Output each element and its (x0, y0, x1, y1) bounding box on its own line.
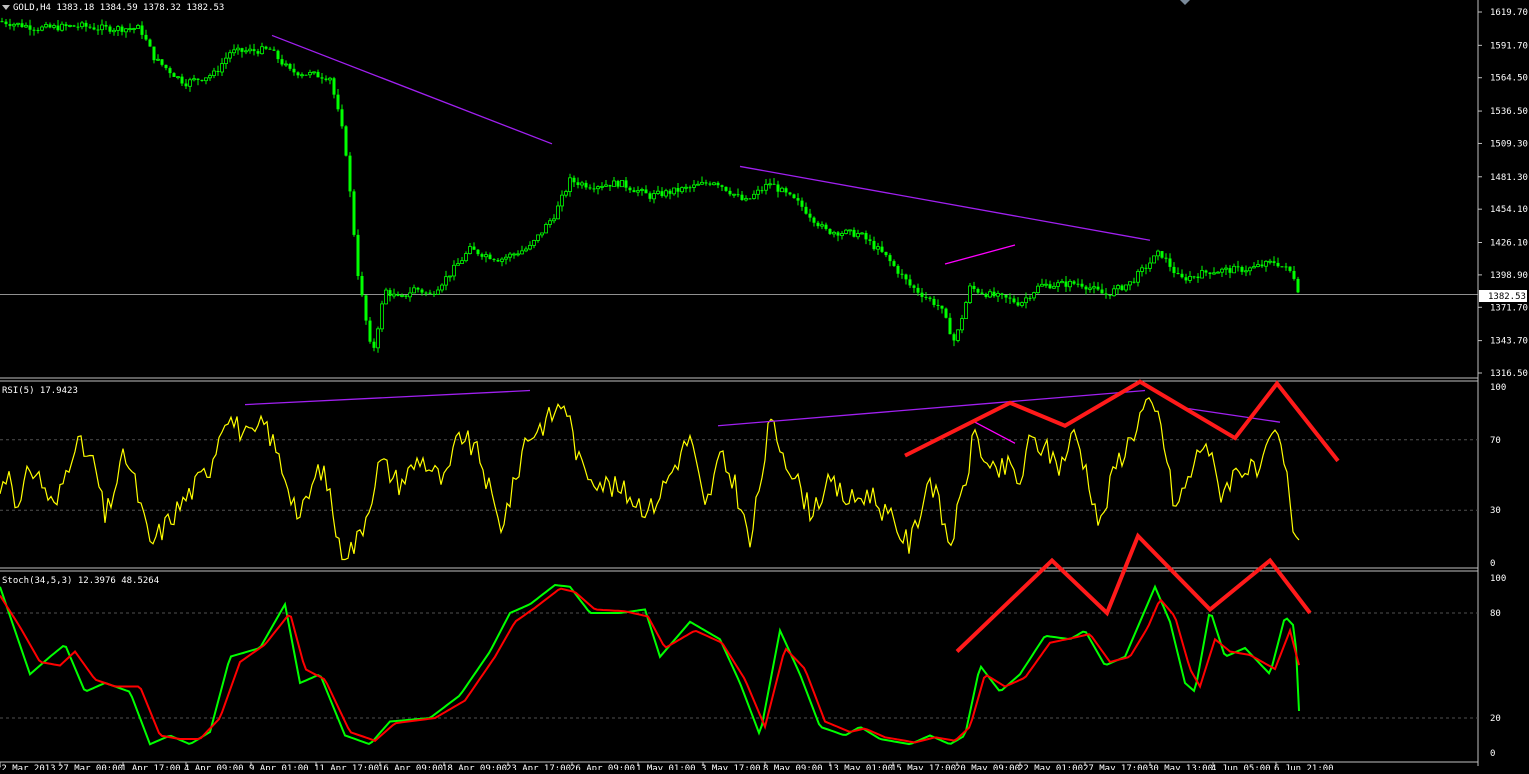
price-axis-label: 1398.90 (1490, 271, 1528, 281)
candle (968, 283, 972, 304)
time-axis-label: 26 Apr 09:00 (570, 764, 635, 770)
stoch-header: Stoch(34,5,3) 12.3976 48.5264 (2, 576, 159, 586)
price-axis-label: 1481.30 (1490, 173, 1528, 183)
candle (1160, 251, 1164, 259)
price-tag: 1382.53 (1488, 292, 1526, 302)
candle (348, 152, 352, 198)
time-axis-label: 22 May 01:00 (1018, 764, 1083, 770)
time-axis-label: 18 Apr 09:00 (442, 764, 507, 770)
time-axis-label: 23 Apr 17:00 (506, 764, 571, 770)
price-axis-label: 1591.70 (1490, 41, 1528, 51)
candle (356, 229, 360, 280)
mt4-chart-window[interactable]: 1619.70 1591.70 1564.50 1536.50 1509.30 1481.… (0, 0, 1529, 774)
time-axis-label: 15 May 17:00 (891, 764, 956, 770)
main-header: GOLD,H4 1383.18 1384.59 1378.32 1382.53 (13, 3, 224, 13)
stoch-axis-label: 20 (1490, 714, 1501, 724)
stoch-axis-label: 0 (1490, 749, 1495, 759)
price-axis-label: 1426.10 (1490, 239, 1528, 249)
price-axis-label: 1536.50 (1490, 107, 1528, 117)
time-axis-label: 20 May 09:00 (955, 764, 1020, 770)
chart-canvas[interactable]: 1619.70 1591.70 1564.50 1536.50 1509.30 1481.… (0, 0, 1529, 774)
time-axis-label: 30 May 13:00 (1148, 764, 1213, 770)
stoch-axis-label: 80 (1490, 609, 1501, 619)
time-axis-label: 6 Jun 21:00 (1274, 764, 1334, 770)
price-axis-label: 1343.70 (1490, 337, 1528, 347)
candle (956, 329, 960, 343)
time-axis-label: 4 Apr 09:00 (184, 764, 244, 770)
time-axis-label: 11 Apr 17:00 (314, 764, 379, 770)
candle (964, 300, 968, 319)
rsi-axis-label: 0 (1490, 559, 1495, 569)
time-axis-label: 16 Apr 09:00 (378, 764, 443, 770)
price-axis-label: 1509.30 (1490, 139, 1528, 149)
price-axis-label: 1454.10 (1490, 205, 1528, 215)
candle (344, 125, 348, 157)
rsi-axis-label: 100 (1490, 383, 1506, 393)
rsi-header: RSI(5) 17.9423 (2, 386, 78, 396)
candle (544, 222, 548, 234)
time-axis-label: 9 Apr 01:00 (249, 764, 309, 770)
candle (380, 300, 384, 332)
price-axis-label: 1619.70 (1490, 8, 1528, 18)
time-axis-label: 13 May 01:00 (828, 764, 893, 770)
candle (304, 74, 308, 76)
candle (944, 307, 948, 319)
time-axis-label: 22 Mar 2013 (0, 764, 56, 770)
price-axis-label: 1564.50 (1490, 74, 1528, 84)
time-axis-label: 1 Apr 17:00 (121, 764, 181, 770)
candle (384, 287, 388, 305)
candle (148, 38, 152, 47)
time-axis-label: 1 May 01:00 (636, 764, 696, 770)
rsi-axis-label: 70 (1490, 436, 1501, 446)
candle (620, 180, 624, 188)
candle (1296, 276, 1300, 294)
time-axis-label: 27 Mar 00:00 (58, 764, 123, 770)
candle (352, 189, 356, 237)
price-axis-label: 1371.70 (1490, 303, 1528, 313)
stoch-axis-label: 100 (1490, 574, 1506, 584)
candle (1280, 266, 1284, 268)
time-axis-label: 4 Jun 05:00 (1211, 764, 1271, 770)
candle (368, 316, 372, 344)
rsi-axis-label: 30 (1490, 506, 1501, 516)
time-axis-label: 3 May 17:00 (701, 764, 761, 770)
time-axis-label: 27 May 17:00 (1083, 764, 1148, 770)
time-axis-label: 8 May 09:00 (763, 764, 823, 770)
price-axis-label: 1316.50 (1490, 369, 1528, 379)
candle (364, 294, 368, 325)
candle (1152, 255, 1156, 264)
